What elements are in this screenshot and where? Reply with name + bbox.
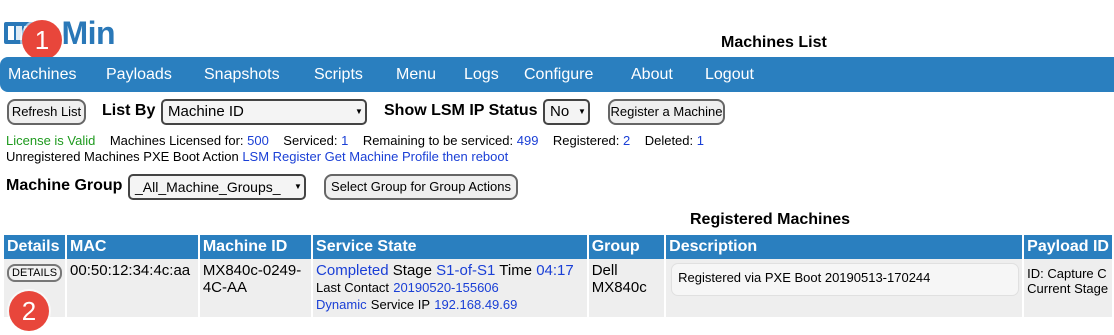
pxe-action-link[interactable]: LSM Register Get Machine Profile then re… <box>242 149 508 164</box>
list-by-select[interactable]: Machine ID ▼ <box>161 99 367 125</box>
deleted-value[interactable]: 1 <box>697 133 704 148</box>
description-field[interactable]: Registered via PXE Boot 20190513-170244 <box>671 263 1020 296</box>
machine-group-select[interactable]: _All_Machine_Groups_ ▼ <box>128 174 306 200</box>
group-cell: Dell MX840c <box>588 259 665 317</box>
registered-label: Registered: <box>552 133 620 148</box>
nav-snapshots[interactable]: Snapshots <box>204 57 280 92</box>
payload-id-line: ID: Capture C <box>1027 266 1107 281</box>
table-header-row: Details MAC Machine ID Service State Gro… <box>4 235 1112 259</box>
license-valid-text: License is Valid <box>6 133 96 148</box>
lsm-status-select[interactable]: No ▼ <box>543 99 590 125</box>
remaining-label: Remaining to be serviced: <box>362 133 514 148</box>
remaining-value[interactable]: 499 <box>517 133 539 148</box>
registered-value[interactable]: 2 <box>623 133 630 148</box>
register-machine-button[interactable]: Register a Machine <box>608 99 725 125</box>
table-row: DETAILS 00:50:12:34:4c:aa MX840c-0249-4C… <box>4 259 1112 317</box>
payload-stage-line: Current Stage <box>1027 281 1109 296</box>
col-group[interactable]: Group <box>588 235 665 259</box>
col-service-state[interactable]: Service State <box>313 235 587 259</box>
lsm-status-label: Show LSM IP Status <box>384 102 538 119</box>
nav-scripts[interactable]: Scripts <box>314 57 363 92</box>
col-description[interactable]: Description <box>666 235 1023 259</box>
payload-id-cell: ID: Capture C Current Stage <box>1024 259 1112 317</box>
col-payload-id[interactable]: Payload ID <box>1024 235 1112 259</box>
nav-logs[interactable]: Logs <box>464 57 499 92</box>
table-title: Registered Machines <box>690 211 851 228</box>
dropdown-arrow-icon: ▼ <box>578 107 586 116</box>
service-ip-value[interactable]: 192.168.49.69 <box>434 297 517 312</box>
refresh-list-button[interactable]: Refresh List <box>7 99 86 125</box>
pxe-boot-action: Unregistered Machines PXE Boot Action LS… <box>6 149 508 164</box>
list-by-label: List By <box>102 102 156 119</box>
ip-mode-value[interactable]: Dynamic <box>316 297 367 312</box>
col-mac[interactable]: MAC <box>67 235 198 259</box>
machines-table: Details MAC Machine ID Service State Gro… <box>2 235 1114 317</box>
dropdown-arrow-icon: ▼ <box>294 182 302 191</box>
licensed-label: Machines Licensed for: <box>109 133 244 148</box>
service-state-cell: Completed Stage S1-of-S1 Time 04:17 Last… <box>313 259 587 317</box>
lsm-status-value: No <box>550 103 570 120</box>
col-details[interactable]: Details <box>4 235 66 259</box>
nav-payloads[interactable]: Payloads <box>106 57 172 92</box>
group-actions-button[interactable]: Select Group for Group Actions <box>324 174 518 200</box>
machine-id-cell: MX840c-0249-4C-AA <box>199 259 312 317</box>
nav-configure[interactable]: Configure <box>524 57 593 92</box>
state-value[interactable]: Completed <box>316 262 389 279</box>
mac-cell: 00:50:12:34:4c:aa <box>67 259 198 317</box>
list-by-value: Machine ID <box>168 103 244 120</box>
annotation-marker-2: 2 <box>9 291 49 331</box>
time-value[interactable]: 04:17 <box>536 262 574 279</box>
annotation-marker-1: 1 <box>22 20 62 60</box>
nav-menu[interactable]: Menu <box>396 57 436 92</box>
service-ip-label: Service IP <box>370 297 431 312</box>
license-info: License is Valid Machines Licensed for: … <box>6 133 704 148</box>
nav-logout[interactable]: Logout <box>705 57 754 92</box>
stage-label: Stage <box>392 262 432 279</box>
nav-machines[interactable]: Machines <box>8 57 76 92</box>
nav-about[interactable]: About <box>631 57 673 92</box>
machine-group-label: Machine Group <box>6 177 123 194</box>
deleted-label: Deleted: <box>644 133 694 148</box>
serviced-value[interactable]: 1 <box>341 133 348 148</box>
licensed-value[interactable]: 500 <box>247 133 269 148</box>
description-cell: Registered via PXE Boot 20190513-170244 <box>666 259 1023 317</box>
serviced-label: Serviced: <box>283 133 338 148</box>
machine-group-value: _All_Machine_Groups_ <box>135 179 281 195</box>
col-machine-id[interactable]: Machine ID <box>199 235 312 259</box>
last-contact-label: Last Contact <box>316 280 390 295</box>
stage-value[interactable]: S1-of-S1 <box>436 262 495 279</box>
pxe-action-label: Unregistered Machines PXE Boot Action <box>6 149 239 164</box>
last-contact-value[interactable]: 20190520-155606 <box>393 280 499 295</box>
time-label: Time <box>499 262 533 279</box>
dropdown-arrow-icon: ▼ <box>355 107 363 116</box>
details-button[interactable]: DETAILS <box>7 264 63 282</box>
page-title: Machines List <box>721 34 827 51</box>
main-navbar: Machines Payloads Snapshots Scripts Menu… <box>0 57 1114 92</box>
